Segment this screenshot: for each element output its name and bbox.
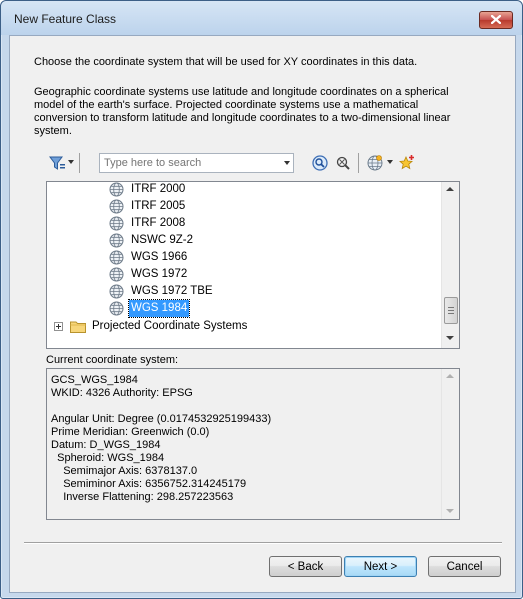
- detail-line: Angular Unit: Degree (0.0174532925199433…: [51, 413, 272, 425]
- current-system-details: GCS_WGS_1984 WKID: 4326 Authority: EPSG An…: [46, 368, 460, 520]
- folder-icon: [70, 321, 86, 333]
- detail-line: Inverse Flattening: 298.257223563: [51, 491, 234, 503]
- globe-icon: [109, 250, 124, 265]
- globe-icon: [109, 216, 124, 231]
- back-button[interactable]: < Back: [269, 556, 342, 577]
- tree-folder-projected[interactable]: Projected Coordinate Systems: [53, 318, 443, 335]
- dialog-window: New Feature Class Choose the coordinate …: [0, 0, 523, 599]
- expand-icon[interactable]: [54, 322, 63, 331]
- search-combobox[interactable]: [99, 153, 294, 173]
- dialog-client: Choose the coordinate system that will b…: [9, 35, 516, 593]
- globe-icon[interactable]: [366, 154, 384, 172]
- scroll-up-arrow[interactable]: [446, 187, 454, 191]
- details-scroll-down-arrow[interactable]: [446, 509, 454, 513]
- filter-icon[interactable]: [48, 154, 66, 172]
- intro-text: Choose the coordinate system that will b…: [34, 56, 418, 68]
- tree-scrollbar[interactable]: [441, 182, 459, 348]
- search-dropdown-arrow[interactable]: [284, 161, 290, 165]
- search-input[interactable]: [100, 154, 279, 172]
- toolbar-separator: [79, 153, 80, 173]
- globe-icon: [109, 267, 124, 282]
- clear-search-icon[interactable]: [334, 154, 352, 172]
- globe-icon: [109, 233, 124, 248]
- detail-line: WKID: 4326 Authority: EPSG: [51, 387, 193, 399]
- globe-icon: [109, 284, 124, 299]
- tree-item[interactable]: WGS 1966: [109, 249, 409, 266]
- tree-item[interactable]: WGS 1972: [109, 266, 409, 283]
- detail-line: Semiminor Axis: 6356752.314245179: [51, 478, 247, 490]
- detail-line: Datum: D_WGS_1984: [51, 439, 161, 451]
- detail-line: [51, 400, 271, 413]
- tree-item-label: WGS 1984: [127, 299, 191, 318]
- tree-item-label: WGS 1966: [131, 251, 188, 263]
- scroll-thumb[interactable]: [444, 297, 458, 324]
- button-divider: [24, 542, 502, 544]
- tree-item-label: WGS 1972 TBE: [131, 285, 213, 297]
- next-button[interactable]: Next >: [344, 556, 417, 577]
- coordinate-system-tree[interactable]: ITRF 2000 ITRF 2005 ITRF 2008 NSWC 9Z-2 WGS …: [46, 181, 460, 349]
- detail-line: Semimajor Axis: 6378137.0: [51, 465, 198, 477]
- details-scroll-up-arrow[interactable]: [446, 374, 454, 378]
- globe-dropdown-arrow[interactable]: [387, 160, 393, 164]
- current-system-text: GCS_WGS_1984 WKID: 4326 Authority: EPSG An…: [51, 374, 271, 504]
- tree-item[interactable]: NSWC 9Z-2: [109, 232, 409, 249]
- add-favorite-icon[interactable]: [398, 154, 416, 172]
- toolbar-separator: [358, 153, 359, 173]
- search-icon[interactable]: [311, 154, 329, 172]
- close-icon: [491, 15, 501, 24]
- close-button[interactable]: [479, 11, 513, 29]
- detail-line: GCS_WGS_1984: [51, 374, 138, 386]
- cancel-button[interactable]: Cancel: [428, 556, 501, 577]
- scroll-down-arrow[interactable]: [446, 336, 454, 340]
- window-title: New Feature Class: [14, 12, 117, 26]
- title-bar[interactable]: New Feature Class: [1, 1, 522, 35]
- tree-item[interactable]: ITRF 2008: [109, 215, 409, 232]
- tree-item-label: ITRF 2005: [131, 200, 186, 212]
- detail-line: Prime Meridian: Greenwich (0.0): [51, 426, 210, 438]
- detail-line: Spheroid: WGS_1984: [51, 452, 165, 464]
- tree-item-label: ITRF 2008: [131, 217, 186, 229]
- tree-item-label: WGS 1972: [131, 268, 188, 280]
- tree-item[interactable]: WGS 1984: [109, 299, 409, 318]
- globe-icon: [109, 199, 124, 214]
- globe-icon: [109, 182, 124, 197]
- tree-item[interactable]: WGS 1972 TBE: [109, 283, 409, 300]
- current-system-label: Current coordinate system:: [46, 354, 179, 366]
- globe-icon: [109, 301, 124, 316]
- tree-item-label: ITRF 2000: [131, 183, 186, 195]
- description-text: Geographic coordinate systems use latitu…: [34, 86, 451, 137]
- tree-item[interactable]: ITRF 2005: [109, 198, 409, 215]
- filter-dropdown-arrow[interactable]: [68, 160, 74, 164]
- tree-item[interactable]: ITRF 2000: [109, 182, 409, 198]
- coordinate-toolbar: [46, 152, 446, 174]
- tree-item-label: NSWC 9Z-2: [131, 234, 193, 246]
- details-scrollbar[interactable]: [441, 369, 459, 519]
- folder-label: Projected Coordinate Systems: [92, 320, 248, 332]
